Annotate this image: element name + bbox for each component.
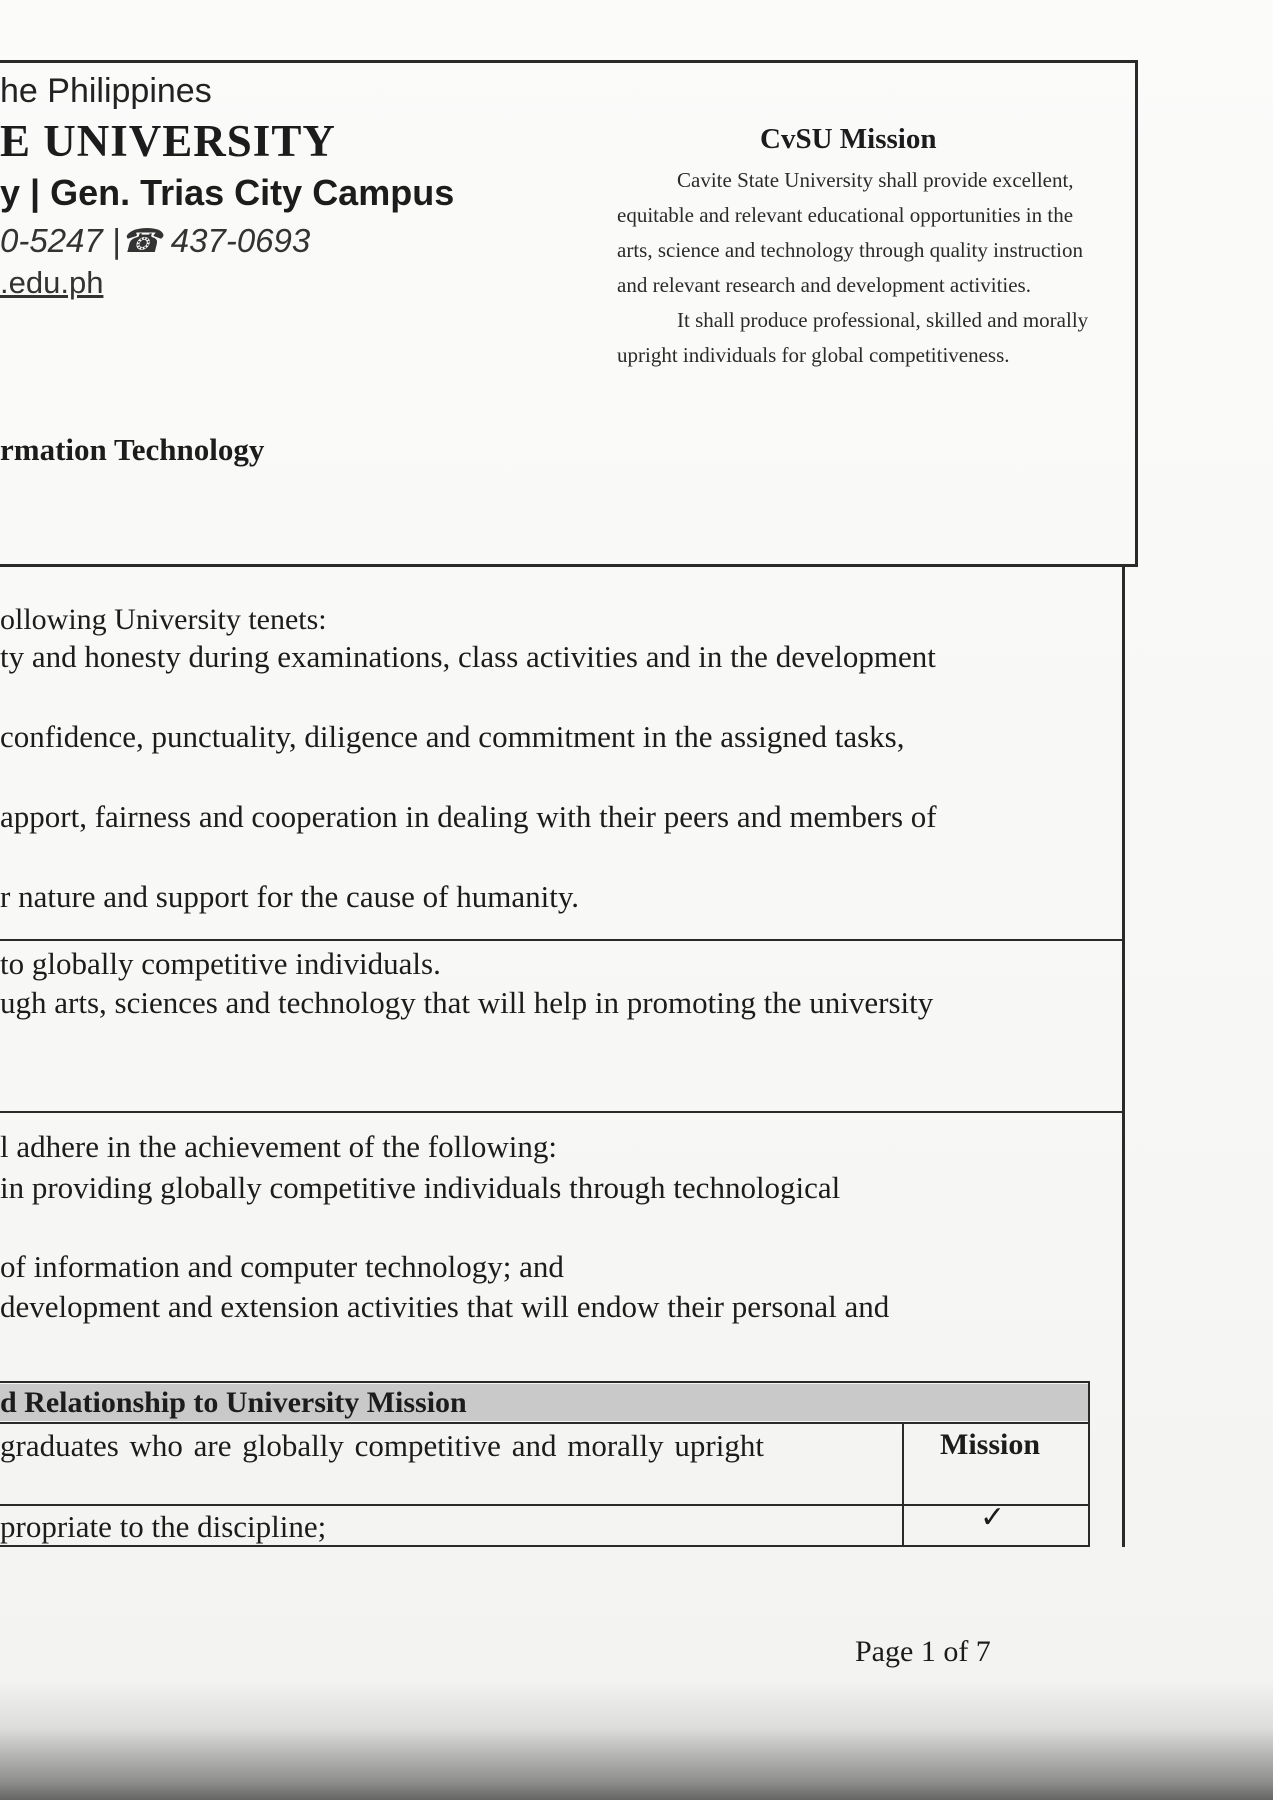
campus-name: y | Gen. Trias City Campus [0, 172, 455, 213]
relationship-row-2-text: propriate to the discipline; [0, 1509, 327, 1544]
right-border-lower [1122, 564, 1125, 1547]
mission-paragraph-2: It shall produce professional, skilled a… [617, 308, 1089, 367]
objective-line-3: of information and computer technology; … [0, 1249, 564, 1284]
tenet-line-4: r nature and support for the cause of hu… [0, 879, 580, 914]
objective-line-4: development and extension activities tha… [0, 1289, 890, 1324]
goal-line-1: to globally competitive individuals. [0, 946, 441, 981]
university-name: E UNIVERSITY [0, 116, 336, 166]
tenet-line-1: ty and honesty during examinations, clas… [0, 639, 936, 674]
tenet-line-2: confidence, punctuality, diligence and c… [0, 719, 905, 754]
department-name: rmation Technology [0, 432, 265, 467]
divider-goals [0, 1111, 1125, 1113]
right-border-upper [1135, 60, 1138, 566]
mission-title: CvSU Mission [760, 123, 937, 155]
page-number: Page 1 of 7 [855, 1635, 991, 1668]
phone-numbers: 0-5247 |☎ 437-0693 [0, 222, 311, 259]
country-line: he Philippines [0, 72, 212, 110]
mission-column-left [902, 1424, 904, 1546]
objective-line-2: in providing globally competitive indivi… [0, 1170, 841, 1205]
goal-line-2: ugh arts, sciences and technology that w… [0, 985, 934, 1020]
divider-header [0, 564, 1138, 567]
mission-paragraph-1: Cavite State University shall provide ex… [617, 168, 1083, 297]
mission-column-header: Mission [940, 1428, 1041, 1461]
website-link[interactable]: .edu.ph [0, 265, 103, 301]
mission-statement: Cavite State University shall provide ex… [617, 163, 1092, 373]
objective-line-1: l adhere in the achievement of the follo… [0, 1129, 557, 1164]
mission-column-right [1088, 1383, 1090, 1547]
top-border [0, 60, 1138, 63]
tenet-line-3: apport, fairness and cooperation in deal… [0, 799, 937, 834]
relationship-row-1-text: graduates who are globally competitive a… [0, 1428, 764, 1463]
tenets-intro: ollowing University tenets: [0, 603, 327, 636]
table-bottom [0, 1545, 1090, 1547]
divider-tenets [0, 939, 1125, 941]
divider-row1 [0, 1504, 1090, 1506]
scan-shadow [0, 1680, 1273, 1800]
check-mark: ✓ [980, 1501, 1006, 1534]
relationship-title: d Relationship to University Mission [0, 1386, 467, 1419]
divider-objectives [0, 1381, 1090, 1383]
divider-rel-title [0, 1422, 1090, 1424]
